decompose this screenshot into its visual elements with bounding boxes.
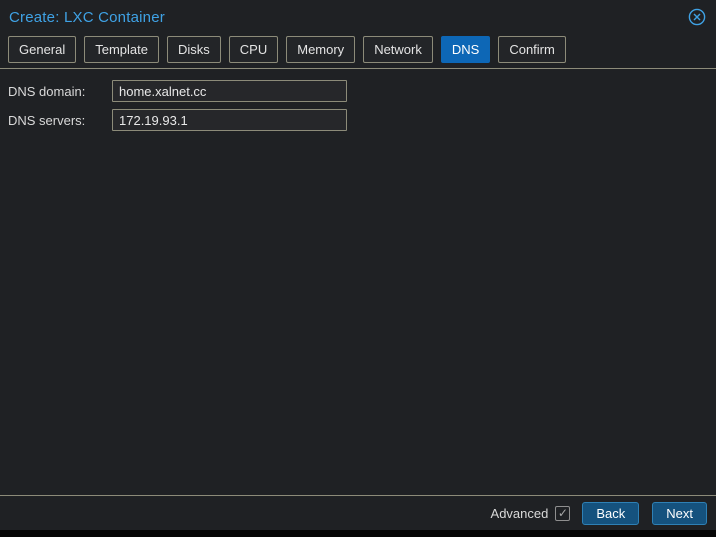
tab-disks[interactable]: Disks [167,36,221,63]
tab-strip: General Template Disks CPU Memory Networ… [0,32,716,69]
window-bottom-edge [0,530,716,537]
dialog-title: Create: LXC Container [9,9,165,26]
create-lxc-container-dialog: Create: LXC Container General Template D… [0,0,716,537]
dns-domain-input[interactable] [112,80,347,102]
advanced-label: Advanced [491,506,549,521]
dns-domain-label: DNS domain: [8,84,112,99]
tab-template[interactable]: Template [84,36,159,63]
tab-memory[interactable]: Memory [286,36,355,63]
tab-general[interactable]: General [8,36,76,63]
close-button[interactable] [688,8,706,26]
next-button[interactable]: Next [652,502,707,525]
tab-cpu[interactable]: CPU [229,36,278,63]
advanced-checkbox[interactable]: ✓ [555,506,570,521]
tab-dns[interactable]: DNS [441,36,490,63]
tab-confirm[interactable]: Confirm [498,36,566,63]
dns-servers-input[interactable] [112,109,347,131]
close-icon [688,8,706,26]
dialog-body-spacer [0,131,716,495]
tab-network[interactable]: Network [363,36,433,63]
dialog-footer: Advanced ✓ Back Next [0,495,716,530]
form-row-dns-servers: DNS servers: [8,109,708,131]
tab-bar: General Template Disks CPU Memory Networ… [8,36,708,68]
checkmark-icon: ✓ [558,507,568,519]
advanced-group: Advanced ✓ [491,506,571,521]
dialog-titlebar: Create: LXC Container [0,0,716,32]
back-button[interactable]: Back [582,502,639,525]
dns-form: DNS domain: DNS servers: [0,69,716,131]
form-row-dns-domain: DNS domain: [8,80,708,102]
dns-servers-label: DNS servers: [8,113,112,128]
